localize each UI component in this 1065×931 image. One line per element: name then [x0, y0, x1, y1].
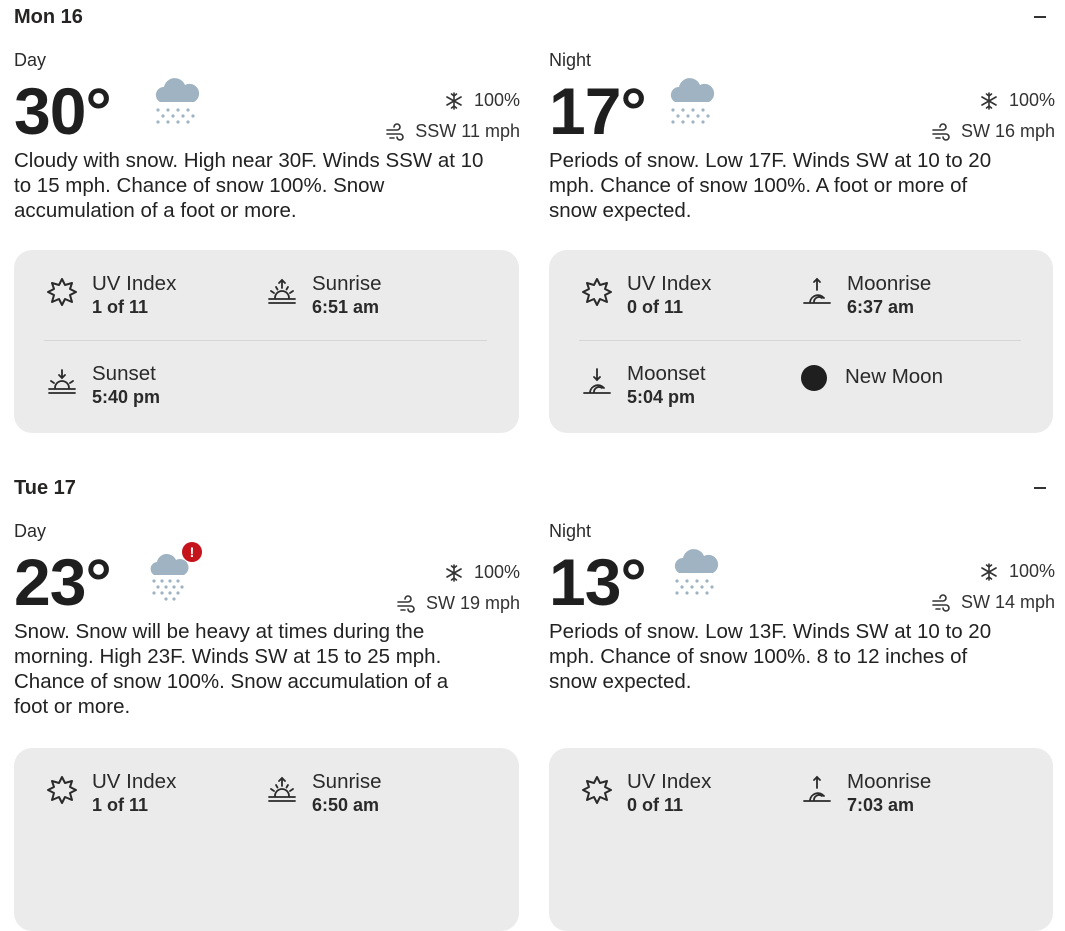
moonset-label: Moonset: [627, 362, 706, 385]
wind-info: SW 16 mph: [931, 121, 1055, 142]
moonrise: Moonrise 7:03 am: [801, 770, 931, 816]
day-header: Mon 16: [14, 6, 83, 28]
moonset-value: 5:04 pm: [627, 387, 696, 407]
uv-sun-icon: [46, 774, 78, 806]
forecast-narrative: Periods of snow. Low 13F. Winds SW at 10…: [549, 620, 992, 693]
moonrise-label: Moonrise: [847, 770, 932, 793]
moonrise-label: Moonrise: [847, 272, 932, 295]
snowflake-icon: [979, 91, 999, 111]
sunrise-value: 6:51 am: [312, 297, 380, 317]
wind-info: SW 19 mph: [396, 593, 520, 614]
uv-label: UV Index: [92, 272, 177, 295]
uv-sun-icon: [46, 276, 78, 308]
new-moon-icon: [801, 365, 827, 391]
wind-info: SSW 11 mph: [385, 121, 520, 142]
collapse-button[interactable]: [1030, 6, 1052, 28]
uv-value: 1 of 11: [92, 795, 149, 815]
wind-icon: [931, 593, 951, 613]
moonrise-value: 6:37 am: [847, 297, 915, 317]
sunrise: Sunrise 6:51 am: [266, 272, 382, 318]
uv-label: UV Index: [627, 272, 712, 295]
temperature: 13°: [549, 545, 647, 619]
uv-sun-icon: [581, 276, 613, 308]
details-card: UV Index 1 of 11 Sunrise 6:50 am: [14, 748, 519, 931]
day-panel: Day 30° 100% SSW 11 mph Cloudy with snow…: [14, 50, 520, 433]
night-panel: Night 17° 100% SW 16 mph Periods of snow…: [549, 50, 1055, 433]
moonrise: Moonrise 6:37 am: [801, 272, 931, 318]
wind-value: SW 19 mph: [425, 593, 520, 613]
moonrise-icon: [801, 276, 833, 308]
snowflake-icon: [444, 563, 464, 583]
day-panel: Day 23° ! 100% SW 19 mph Snow. Snow will…: [14, 521, 520, 931]
uv-value: 0 of 11: [627, 795, 684, 815]
snowflake-icon: [444, 91, 464, 111]
moonrise-value: 7:03 am: [847, 795, 915, 815]
wind-icon: [396, 594, 416, 614]
precip-value: 100%: [473, 562, 520, 582]
precip-chance: 100%: [444, 90, 520, 111]
uv-value: 0 of 11: [627, 297, 684, 317]
sunrise-icon: [266, 276, 298, 308]
snow-cloud-icon: [669, 549, 723, 601]
moonset-icon: [581, 366, 613, 398]
details-card: UV Index 0 of 11 Moonrise 7:03 am: [549, 748, 1053, 931]
sunset-label: Sunset: [92, 362, 156, 385]
uv-label: UV Index: [92, 770, 177, 793]
temperature: 17°: [549, 74, 647, 148]
snow-cloud-icon: [150, 78, 204, 130]
sunset-value: 5:40 pm: [92, 387, 161, 407]
moon-phase: New Moon: [801, 363, 943, 391]
period-label: Night: [549, 521, 592, 541]
wind-info: SW 14 mph: [931, 592, 1055, 613]
sunset-icon: [46, 366, 78, 398]
snowflake-icon: [979, 562, 999, 582]
forecast-narrative: Cloudy with snow. High near 30F. Winds S…: [14, 149, 484, 222]
forecast-narrative: Periods of snow. Low 17F. Winds SW at 10…: [549, 149, 992, 222]
day-header: Tue 17: [14, 477, 76, 499]
uv-index: UV Index 0 of 11: [581, 770, 711, 816]
temperature: 30°: [14, 74, 112, 148]
alert-badge[interactable]: !: [182, 542, 202, 562]
precip-value: 100%: [473, 90, 520, 110]
precip-chance: 100%: [444, 562, 520, 583]
sunrise-label: Sunrise: [312, 272, 382, 295]
uv-index: UV Index 1 of 11: [46, 272, 176, 318]
sunset: Sunset 5:40 pm: [46, 362, 160, 408]
wind-value: SW 16 mph: [960, 121, 1055, 141]
uv-index: UV Index 1 of 11: [46, 770, 176, 816]
moonset: Moonset 5:04 pm: [581, 362, 706, 408]
divider: [44, 340, 487, 341]
sunrise-icon: [266, 774, 298, 806]
uv-sun-icon: [581, 774, 613, 806]
uv-value: 1 of 11: [92, 297, 149, 317]
uv-label: UV Index: [627, 770, 712, 793]
wind-value: SSW 11 mph: [415, 121, 520, 141]
precip-value: 100%: [1008, 90, 1055, 110]
temperature: 23°: [14, 545, 112, 619]
uv-index: UV Index 0 of 11: [581, 272, 711, 318]
sunrise: Sunrise 6:50 am: [266, 770, 382, 816]
wind-icon: [385, 122, 405, 142]
snow-cloud-icon: [665, 78, 719, 130]
period-label: Night: [549, 50, 592, 70]
wind-icon: [931, 122, 951, 142]
moonrise-icon: [801, 774, 833, 806]
sunrise-label: Sunrise: [312, 770, 382, 793]
collapse-button[interactable]: [1030, 477, 1052, 499]
night-panel: Night 13° 100% SW 14 mph Periods of snow…: [549, 521, 1055, 931]
period-label: Day: [14, 521, 47, 541]
sunrise-value: 6:50 am: [312, 795, 380, 815]
details-card: UV Index 1 of 11 Sunrise 6:51 am Sunset …: [14, 250, 519, 433]
details-card: UV Index 0 of 11 Moonrise 6:37 am Moonse…: [549, 250, 1053, 433]
wind-value: SW 14 mph: [960, 592, 1055, 612]
divider: [579, 340, 1021, 341]
precip-chance: 100%: [979, 90, 1055, 111]
precip-value: 100%: [1008, 561, 1055, 581]
forecast-narrative: Snow. Snow will be heavy at times during…: [14, 620, 449, 718]
precip-chance: 100%: [979, 561, 1055, 582]
period-label: Day: [14, 50, 47, 70]
moon-phase-label: New Moon: [845, 365, 943, 388]
